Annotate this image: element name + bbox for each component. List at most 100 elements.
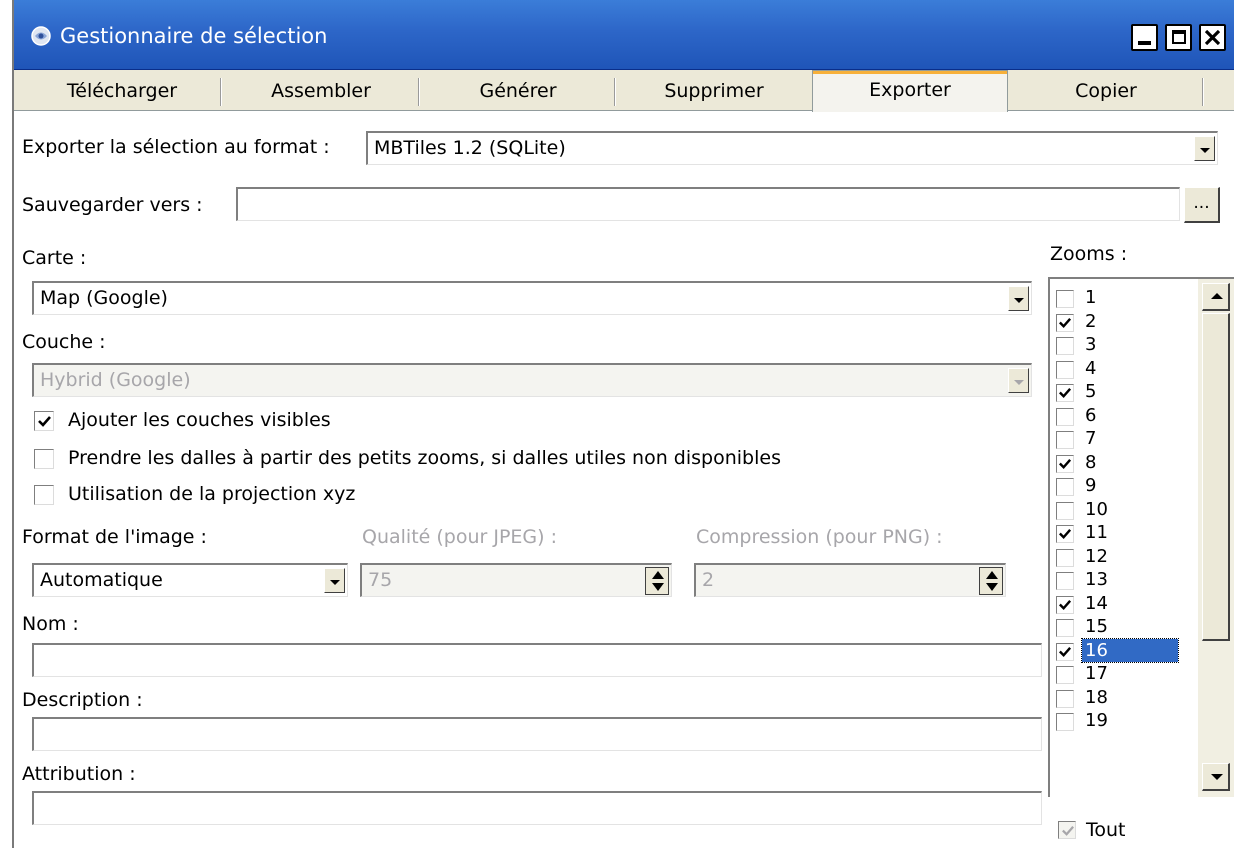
checkbox[interactable]: [1056, 337, 1074, 355]
checkbox[interactable]: [1056, 431, 1074, 449]
description-input[interactable]: [32, 717, 1042, 751]
checkbox[interactable]: [1056, 290, 1074, 308]
checkbox[interactable]: [34, 411, 54, 431]
checkmark-icon: [1059, 388, 1072, 399]
tab-supprimer[interactable]: Supprimer: [616, 74, 812, 110]
tab-label: Télécharger: [66, 80, 178, 102]
close-icon: [1205, 30, 1220, 45]
checkbox[interactable]: [1056, 454, 1074, 473]
zoom-level-number: 4: [1085, 357, 1097, 379]
scroll-thumb[interactable]: [1202, 313, 1230, 641]
scroll-down-icon[interactable]: [1202, 763, 1230, 791]
checkbox[interactable]: [1056, 572, 1074, 590]
tab-label: Copier: [1075, 80, 1137, 102]
zoom-level-number: 9: [1085, 475, 1097, 496]
close-button[interactable]: [1199, 24, 1226, 51]
option-add-visible-layers[interactable]: Ajouter les couches visibles: [34, 409, 934, 433]
carte-value: Map (Google): [40, 287, 168, 309]
zoom-level-number: 8: [1085, 451, 1097, 473]
checkbox[interactable]: [1056, 478, 1074, 496]
tab-copier[interactable]: Copier: [1008, 74, 1204, 110]
zoom-level-number: 2: [1085, 310, 1097, 332]
selection-manager-window: Gestionnaire de sélection Télécharger As…: [12, 0, 1234, 848]
zoom-level-list[interactable]: 1 2 3 4 5 6 7 8 9 10 11 12 13 14 15 16 17 18 19: [1048, 277, 1234, 797]
tab-label: Assembler: [271, 80, 371, 102]
tab-separator: [1202, 78, 1204, 106]
compression-value: 2: [702, 569, 715, 591]
option-xyz-projection[interactable]: Utilisation de la projection xyz: [34, 483, 934, 507]
checkbox[interactable]: [1056, 666, 1074, 684]
zoom-level-number: 15: [1085, 616, 1108, 637]
checkbox[interactable]: [1056, 619, 1074, 637]
checkmark-icon: [1059, 317, 1072, 328]
carte-select[interactable]: Map (Google): [32, 281, 1032, 315]
image-format-select[interactable]: Automatique: [32, 563, 348, 597]
checkbox[interactable]: [1056, 384, 1074, 402]
carte-label: Carte :: [22, 247, 87, 269]
tab-generer[interactable]: Générer: [420, 74, 616, 110]
zoom-scrollbar[interactable]: [1198, 279, 1234, 797]
couche-value: Hybrid (Google): [40, 369, 191, 391]
checkbox[interactable]: [1056, 525, 1074, 543]
export-format-select[interactable]: MBTiles 1.2 (SQLite): [366, 131, 1218, 165]
checkbox[interactable]: [1056, 313, 1074, 332]
zoom-level-number: 13: [1085, 569, 1108, 590]
zoom-level-number: 10: [1085, 498, 1108, 520]
select-all-zooms[interactable]: Tout: [1058, 819, 1178, 845]
option-label: Ajouter les couches visibles: [68, 409, 331, 431]
couche-select[interactable]: Hybrid (Google): [32, 363, 1032, 397]
option-label: Prendre les dalles à partir des petits z…: [68, 447, 781, 469]
tab-label: Exporter: [869, 79, 951, 101]
image-format-label: Format de l'image :: [22, 526, 207, 548]
export-format-value: MBTiles 1.2 (SQLite): [374, 137, 566, 159]
chevron-down-icon[interactable]: [324, 568, 345, 593]
checkbox[interactable]: [1056, 642, 1074, 661]
tab-exporter[interactable]: Exporter: [812, 70, 1008, 112]
checkbox[interactable]: [1056, 407, 1074, 426]
compression-label: Compression (pour PNG) :: [696, 526, 943, 548]
save-path-input[interactable]: [236, 187, 1180, 221]
nom-input[interactable]: [32, 643, 1042, 677]
tab-label: Supprimer: [664, 80, 764, 102]
checkbox[interactable]: [1056, 501, 1074, 520]
tab-telecharger[interactable]: Télécharger: [22, 74, 222, 110]
checkbox[interactable]: [1056, 360, 1074, 379]
checkbox[interactable]: [34, 449, 54, 469]
option-small-zoom-tiles[interactable]: Prendre les dalles à partir des petits z…: [34, 447, 934, 471]
select-all-label: Tout: [1086, 819, 1126, 841]
zoom-level-number: 11: [1085, 522, 1108, 543]
zoom-level-number: 17: [1085, 663, 1108, 684]
checkbox[interactable]: [1056, 595, 1074, 614]
nom-label: Nom :: [22, 613, 79, 635]
checkbox[interactable]: [34, 485, 54, 505]
tab-assembler[interactable]: Assembler: [222, 74, 420, 110]
couche-label: Couche :: [22, 331, 106, 353]
spinner-arrows-icon[interactable]: [979, 567, 1003, 595]
checkmark-icon: [1062, 826, 1074, 836]
browse-button[interactable]: ...: [1184, 187, 1220, 223]
zoom-level-number: 14: [1085, 592, 1108, 614]
compression-spinner[interactable]: 2: [694, 563, 1006, 597]
checkbox[interactable]: [1056, 548, 1074, 567]
checkmark-icon: [1059, 458, 1072, 469]
spinner-arrows-icon[interactable]: [645, 567, 669, 595]
maximize-icon: [1172, 30, 1186, 44]
checkbox[interactable]: [1056, 713, 1074, 731]
maximize-button[interactable]: [1165, 24, 1192, 51]
scroll-up-icon[interactable]: [1202, 283, 1230, 311]
export-format-label: Exporter la sélection au format :: [22, 136, 330, 158]
checkmark-icon: [1059, 529, 1072, 540]
quality-spinner[interactable]: 75: [360, 563, 672, 597]
minimize-button[interactable]: [1131, 24, 1158, 51]
chevron-down-icon[interactable]: [1194, 136, 1215, 161]
chevron-down-icon[interactable]: [1008, 286, 1029, 311]
zoom-level-number: 6: [1085, 404, 1097, 426]
image-format-value: Automatique: [40, 569, 163, 591]
checkbox[interactable]: [1056, 689, 1074, 708]
zoom-level-number: 19: [1085, 710, 1108, 731]
attribution-input[interactable]: [32, 791, 1042, 825]
zoom-level-number: 1: [1085, 287, 1097, 308]
zoom-level-number: 12: [1085, 545, 1108, 567]
checkbox[interactable]: [1058, 821, 1076, 839]
title-bar[interactable]: Gestionnaire de sélection: [14, 0, 1234, 70]
